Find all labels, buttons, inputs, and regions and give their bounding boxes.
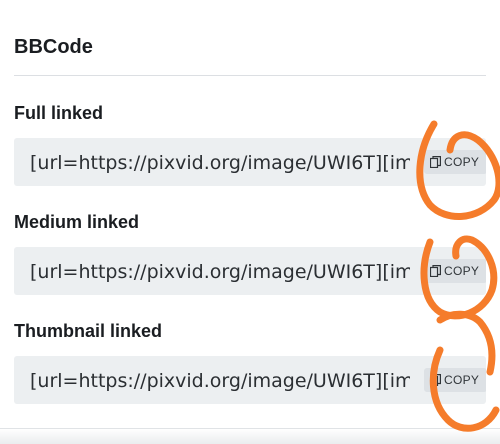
copy-button-full-linked[interactable]: COPY — [424, 150, 486, 174]
copy-button-label: COPY — [444, 264, 480, 278]
field-label-medium-linked: Medium linked — [14, 212, 140, 232]
copy-icon — [430, 374, 441, 386]
thumbnail-linked-input[interactable] — [28, 356, 412, 404]
field-thumbnail-linked: COPY — [14, 356, 486, 404]
field-label-full-linked: Full linked — [14, 103, 104, 123]
full-linked-input[interactable] — [28, 138, 412, 186]
bottom-edge-shadow — [0, 428, 500, 444]
copy-button-medium-linked[interactable]: COPY — [424, 259, 486, 283]
field-label-thumbnail-linked: Thumbnail linked — [14, 321, 163, 341]
copy-icon — [430, 265, 441, 277]
field-medium-linked: COPY — [14, 247, 486, 295]
copy-icon — [430, 156, 441, 168]
copy-button-label: COPY — [444, 155, 480, 169]
copy-button-label: COPY — [444, 373, 480, 387]
copy-button-thumbnail-linked[interactable]: COPY — [424, 368, 486, 392]
bbcode-panel: BBCode Full linked COPY Medium linked CO… — [0, 0, 500, 444]
section-divider — [14, 75, 486, 76]
medium-linked-input[interactable] — [28, 247, 412, 295]
section-title: BBCode — [14, 36, 93, 58]
field-full-linked: COPY — [14, 138, 486, 186]
